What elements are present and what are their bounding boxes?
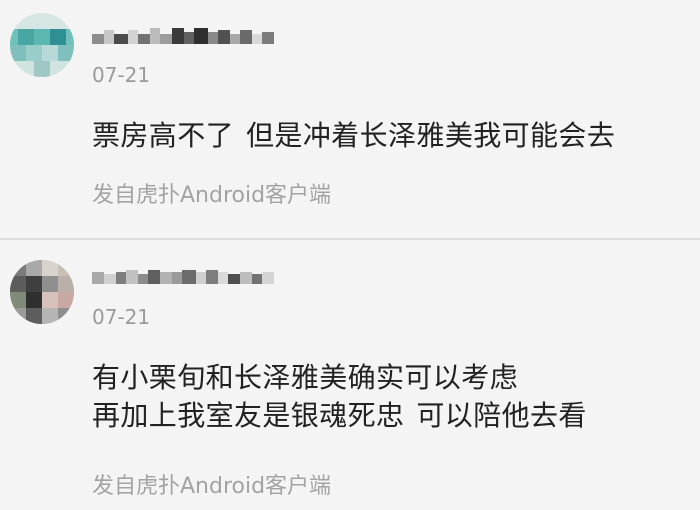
pixelated-avatar-icon <box>10 260 74 324</box>
comment-text-line: 有小栗旬和长泽雅美确实可以考虑 <box>92 361 519 394</box>
comment-item: 07-21 票房高不了 但是冲着长泽雅美我可能会去 发自虎扑Android客户端 <box>0 0 700 238</box>
comment-text-segment: 可以陪他去看 <box>416 399 587 432</box>
comment-date: 07-21 <box>92 305 151 329</box>
comment-text-line: 票房高不了 但是冲着长泽雅美我可能会去 <box>92 117 682 155</box>
client-source-label: 发自虎扑Android客户端 <box>92 183 332 208</box>
pixelated-avatar-icon <box>10 13 74 77</box>
comment-text: 有小栗旬和长泽雅美确实可以考虑 再加上我室友是银魂死忠 可以陪他去看 <box>92 359 682 435</box>
comment-text-segment: 再加上我室友是银魂死忠 <box>92 399 405 432</box>
comment-text-line: 再加上我室友是银魂死忠 可以陪他去看 <box>92 397 682 435</box>
comment-text-segment: 票房高不了 <box>92 119 235 152</box>
client-source-label: 发自虎扑Android客户端 <box>92 474 332 499</box>
comment-date: 07-21 <box>92 63 151 87</box>
comment-text: 票房高不了 但是冲着长泽雅美我可能会去 <box>92 117 682 155</box>
avatar[interactable] <box>10 13 74 77</box>
comment-text-segment: 但是冲着长泽雅美我可能会去 <box>246 119 616 152</box>
avatar[interactable] <box>10 260 74 324</box>
username-mosaic <box>92 24 274 52</box>
comment-item: 07-21 有小栗旬和长泽雅美确实可以考虑 再加上我室友是银魂死忠 可以陪他去看 … <box>0 240 700 510</box>
comment-list: 07-21 票房高不了但是冲着长泽雅美我可能会去 发自虎扑Android客户端 <box>0 0 700 510</box>
username-mosaic <box>92 264 274 292</box>
